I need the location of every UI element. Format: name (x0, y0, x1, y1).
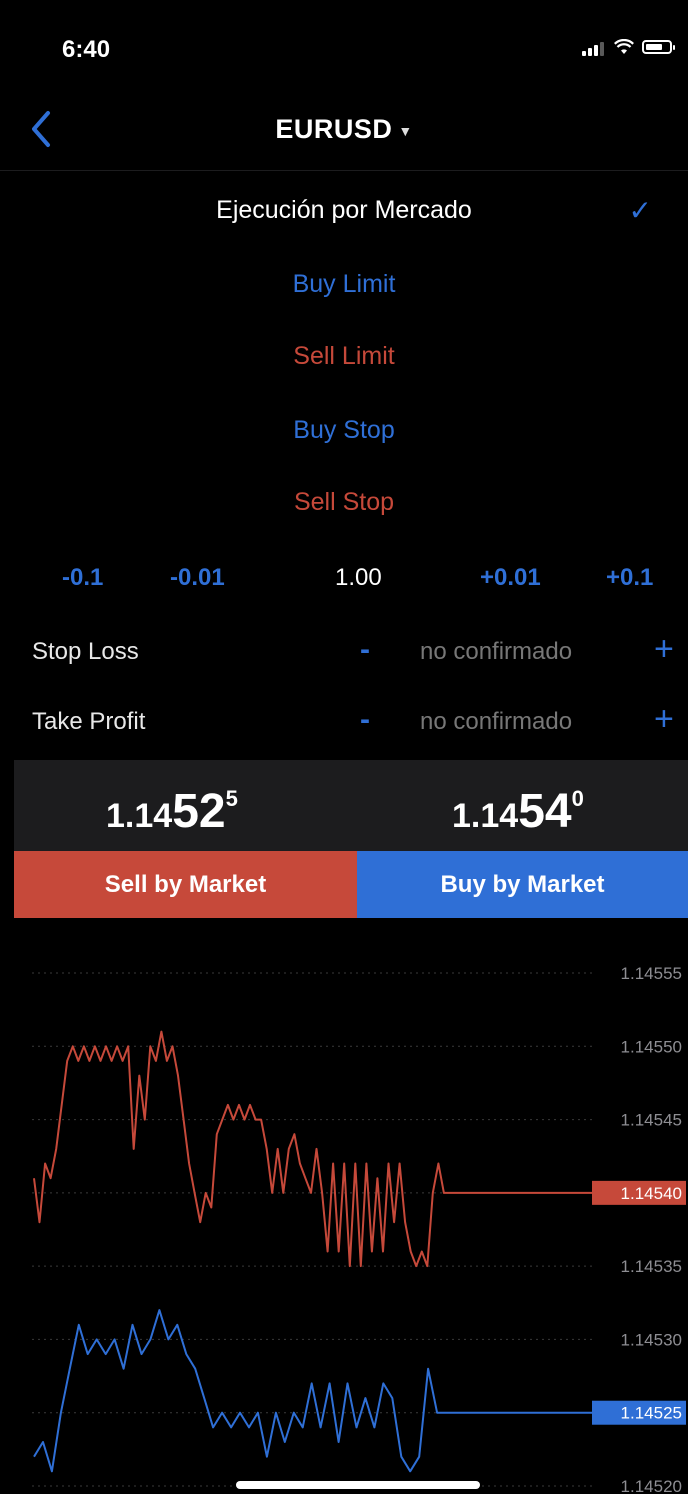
status-time: 6:40 (62, 36, 111, 63)
volume-minus-0.01-button[interactable]: -0.01 (170, 564, 225, 592)
y-tick-label: 1.14530 (621, 1330, 682, 1349)
buy-price: 1.14540 (452, 784, 584, 839)
order-type-buy-stop[interactable]: Buy Stop (0, 416, 688, 445)
checkmark-icon: ✓ (628, 195, 652, 226)
buy-by-market-button[interactable]: Buy by Market (357, 851, 688, 918)
volume-plus-0.1-button[interactable]: +0.1 (606, 564, 653, 592)
stop-loss-value[interactable]: no confirmado (420, 638, 572, 666)
wifi-icon (614, 39, 634, 54)
volume-minus-0.1-button[interactable]: -0.1 (62, 564, 103, 592)
volume-plus-0.01-button[interactable]: +0.01 (480, 564, 541, 592)
take-profit-minus-button[interactable]: - (360, 703, 370, 737)
ask-current-price-label: 1.14525 (621, 1404, 682, 1423)
home-indicator (236, 1481, 480, 1489)
sell-by-market-button[interactable]: Sell by Market (14, 851, 357, 918)
volume-value[interactable]: 1.00 (335, 564, 382, 592)
sell-price: 1.14525 (106, 784, 238, 839)
buy-price-fraction: 0 (571, 786, 584, 811)
take-profit-value[interactable]: no confirmado (420, 708, 572, 736)
buy-price-prefix: 1.14 (452, 797, 519, 835)
ask-price-line (33, 1309, 592, 1473)
bid-price-line (33, 1030, 592, 1268)
y-tick-label: 1.14545 (621, 1111, 682, 1130)
nav-divider (0, 170, 688, 171)
take-profit-plus-button[interactable]: + (654, 700, 674, 739)
y-tick-label: 1.14535 (621, 1257, 682, 1276)
bid-current-price-label: 1.14540 (621, 1184, 682, 1203)
order-type-sell-stop[interactable]: Sell Stop (0, 488, 688, 517)
y-tick-label: 1.14550 (621, 1037, 682, 1056)
order-type-buy-limit[interactable]: Buy Limit (0, 270, 688, 299)
sell-price-prefix: 1.14 (106, 797, 173, 835)
take-profit-label: Take Profit (32, 708, 146, 735)
chevron-down-icon: ▼ (398, 122, 413, 139)
cellular-signal-icon (582, 38, 606, 56)
y-tick-label: 1.14520 (621, 1477, 682, 1494)
symbol-selector[interactable]: EURUSD ▼ (0, 114, 688, 145)
battery-icon (642, 40, 675, 54)
sell-price-fraction: 5 (225, 786, 238, 811)
sell-price-pips: 52 (172, 785, 226, 838)
tick-chart: 1.14555 1.14550 1.14545 1.14540 1.14535 1.145… (32, 964, 686, 1494)
stop-loss-minus-button[interactable]: - (360, 633, 370, 667)
stop-loss-label: Stop Loss (32, 638, 139, 665)
stop-loss-plus-button[interactable]: + (654, 630, 674, 669)
status-icons (582, 38, 675, 56)
buy-price-pips: 54 (518, 785, 572, 838)
order-type-sell-limit[interactable]: Sell Limit (0, 342, 688, 371)
y-tick-label: 1.14555 (621, 964, 682, 983)
order-type-market-execution[interactable]: Ejecución por Mercado (0, 196, 688, 225)
symbol-title: EURUSD (275, 114, 393, 144)
